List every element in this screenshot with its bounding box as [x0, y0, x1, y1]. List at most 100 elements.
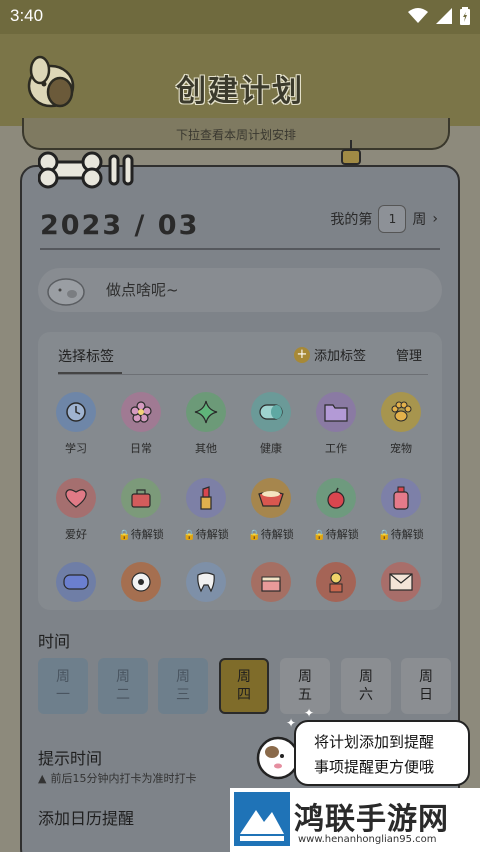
- tag-label: 日常: [111, 440, 171, 456]
- tag-label-text: 健康: [260, 442, 282, 455]
- calendar-reminder-row[interactable]: 添加日历提醒: [38, 805, 134, 829]
- weekday-name: 四: [237, 687, 251, 703]
- remind-note: ▲ 前后15分钟内打卡为准时打卡: [38, 770, 196, 786]
- tag-label: 学习: [46, 440, 106, 456]
- battery-icon: [460, 7, 470, 25]
- bone-clip-icon: [38, 151, 134, 189]
- watermark-logo-icon: [234, 792, 290, 846]
- tag-label-text: 爱好: [65, 528, 87, 541]
- weekday-button[interactable]: 周日: [401, 658, 451, 714]
- lock-icon: 🔒: [118, 530, 131, 541]
- tag-label: 🔒待解锁: [111, 526, 171, 542]
- weekday-name: 六: [359, 687, 373, 703]
- tag-label-text: 待解锁: [130, 528, 164, 541]
- week-selector[interactable]: 我的第 1 周 ›: [330, 205, 438, 233]
- dog-peek-icon: [256, 736, 300, 780]
- signal-icon: [436, 8, 452, 24]
- tag-label-text: 日常: [130, 442, 152, 455]
- tag-item[interactable]: 学习: [46, 392, 106, 456]
- tag-item[interactable]: [306, 562, 366, 602]
- week-number-box: 1: [378, 205, 407, 233]
- pill-icon: [251, 392, 291, 432]
- bottle-icon: [381, 478, 421, 518]
- status-icons: [408, 7, 470, 25]
- tag-item[interactable]: [176, 562, 236, 602]
- tag-item[interactable]: [46, 562, 106, 602]
- tag-panel-title: 选择标签: [58, 349, 114, 365]
- tag-label: 其他: [176, 440, 236, 456]
- tag-panel-title-underline: [58, 372, 122, 374]
- lock-icon: 🔒: [248, 530, 261, 541]
- tag-label: 工作: [306, 440, 366, 456]
- status-bar: 3:40: [0, 0, 480, 34]
- app-header: 创建计划: [0, 34, 480, 126]
- tag-label: 🔒待解锁: [241, 526, 301, 542]
- tag-label: 🔒待解锁: [176, 526, 236, 542]
- flower-icon: [121, 392, 161, 432]
- dog-face-icon: [47, 278, 85, 306]
- bag-icon: [121, 478, 161, 518]
- weekday-button[interactable]: 周三: [158, 658, 208, 714]
- weekday-name: 日: [419, 687, 433, 703]
- tag-item[interactable]: 健康: [241, 392, 301, 456]
- tag-item[interactable]: 宠物: [371, 392, 431, 456]
- weekday-prefix: 周: [298, 669, 312, 685]
- year-month-title: 2023 / 03: [40, 210, 200, 241]
- weekday-prefix: 周: [419, 669, 433, 685]
- wifi-icon: [408, 8, 428, 23]
- tag-item[interactable]: 日常: [111, 392, 171, 456]
- tag-label-text: 学习: [65, 442, 87, 455]
- tag-label: 🔒待解锁: [306, 526, 366, 542]
- weekday-prefix: 周: [116, 669, 130, 685]
- tag-item[interactable]: [241, 562, 301, 602]
- flower-pot-icon: [316, 562, 356, 602]
- tag-item[interactable]: 🔒待解锁: [111, 478, 171, 542]
- tag-item[interactable]: 🔒待解锁: [241, 478, 301, 542]
- cake-icon: [251, 562, 291, 602]
- tag-label-text: 待解锁: [390, 528, 424, 541]
- pull-down-hint[interactable]: 下拉查看本周计划安排: [22, 118, 450, 150]
- watermark: 鸿联手游网 www.henanhonglian95.com: [230, 788, 480, 852]
- page-title: 创建计划: [176, 74, 304, 109]
- tag-item[interactable]: 爱好: [46, 478, 106, 542]
- weekday-name: 五: [298, 687, 312, 703]
- tag-item[interactable]: [111, 562, 171, 602]
- lock-icon: 🔒: [313, 530, 326, 541]
- tag-item[interactable]: 🔒待解锁: [306, 478, 366, 542]
- tag-label-text: 待解锁: [325, 528, 359, 541]
- sparkle-icon: [186, 392, 226, 432]
- weekday-prefix: 周: [359, 669, 373, 685]
- tooltip-line-1: 将计划添加到提醒: [314, 733, 435, 751]
- tag-item[interactable]: [371, 562, 431, 602]
- heart-icon: [56, 478, 96, 518]
- weekday-button[interactable]: 周二: [98, 658, 148, 714]
- task-input[interactable]: [106, 276, 426, 304]
- game-icon: [56, 562, 96, 602]
- tag-item[interactable]: 🔒待解锁: [176, 478, 236, 542]
- manage-tags-button[interactable]: 管理: [396, 345, 422, 364]
- watermark-url: www.henanhonglian95.com: [298, 834, 437, 845]
- ball-icon: [121, 562, 161, 602]
- add-tag-button[interactable]: + 添加标签: [294, 345, 366, 364]
- bowl-icon: [251, 478, 291, 518]
- tag-label-text: 宠物: [390, 442, 412, 455]
- weekday-button[interactable]: 周六: [341, 658, 391, 714]
- weekday-button[interactable]: 周四: [219, 658, 269, 714]
- letter-icon: [381, 562, 421, 602]
- add-tag-label: 添加标签: [314, 349, 367, 364]
- tag-item[interactable]: 🔒待解锁: [371, 478, 431, 542]
- lipstick-icon: [186, 478, 226, 518]
- weekday-name: 二: [116, 687, 130, 703]
- weekday-name: 一: [56, 687, 70, 703]
- weekday-button[interactable]: 周一: [38, 658, 88, 714]
- sparkle-icon: ✦: [304, 706, 315, 720]
- lock-icon: 🔒: [183, 530, 196, 541]
- tag-item[interactable]: 工作: [306, 392, 366, 456]
- tag-panel: 选择标签 + 添加标签 管理 学习 日常 其他 健康 工作 宠物 爱好 🔒待解锁 🔒待解锁 🔒待解…: [38, 332, 442, 610]
- folder-icon: [316, 392, 356, 432]
- tag-item[interactable]: 其他: [176, 392, 236, 456]
- weekday-prefix: 周: [176, 669, 190, 685]
- tooltip-line-2: 事项提醒更方便哦: [314, 758, 435, 776]
- tag-label: 🔒待解锁: [371, 526, 431, 542]
- clock-icon: [56, 392, 96, 432]
